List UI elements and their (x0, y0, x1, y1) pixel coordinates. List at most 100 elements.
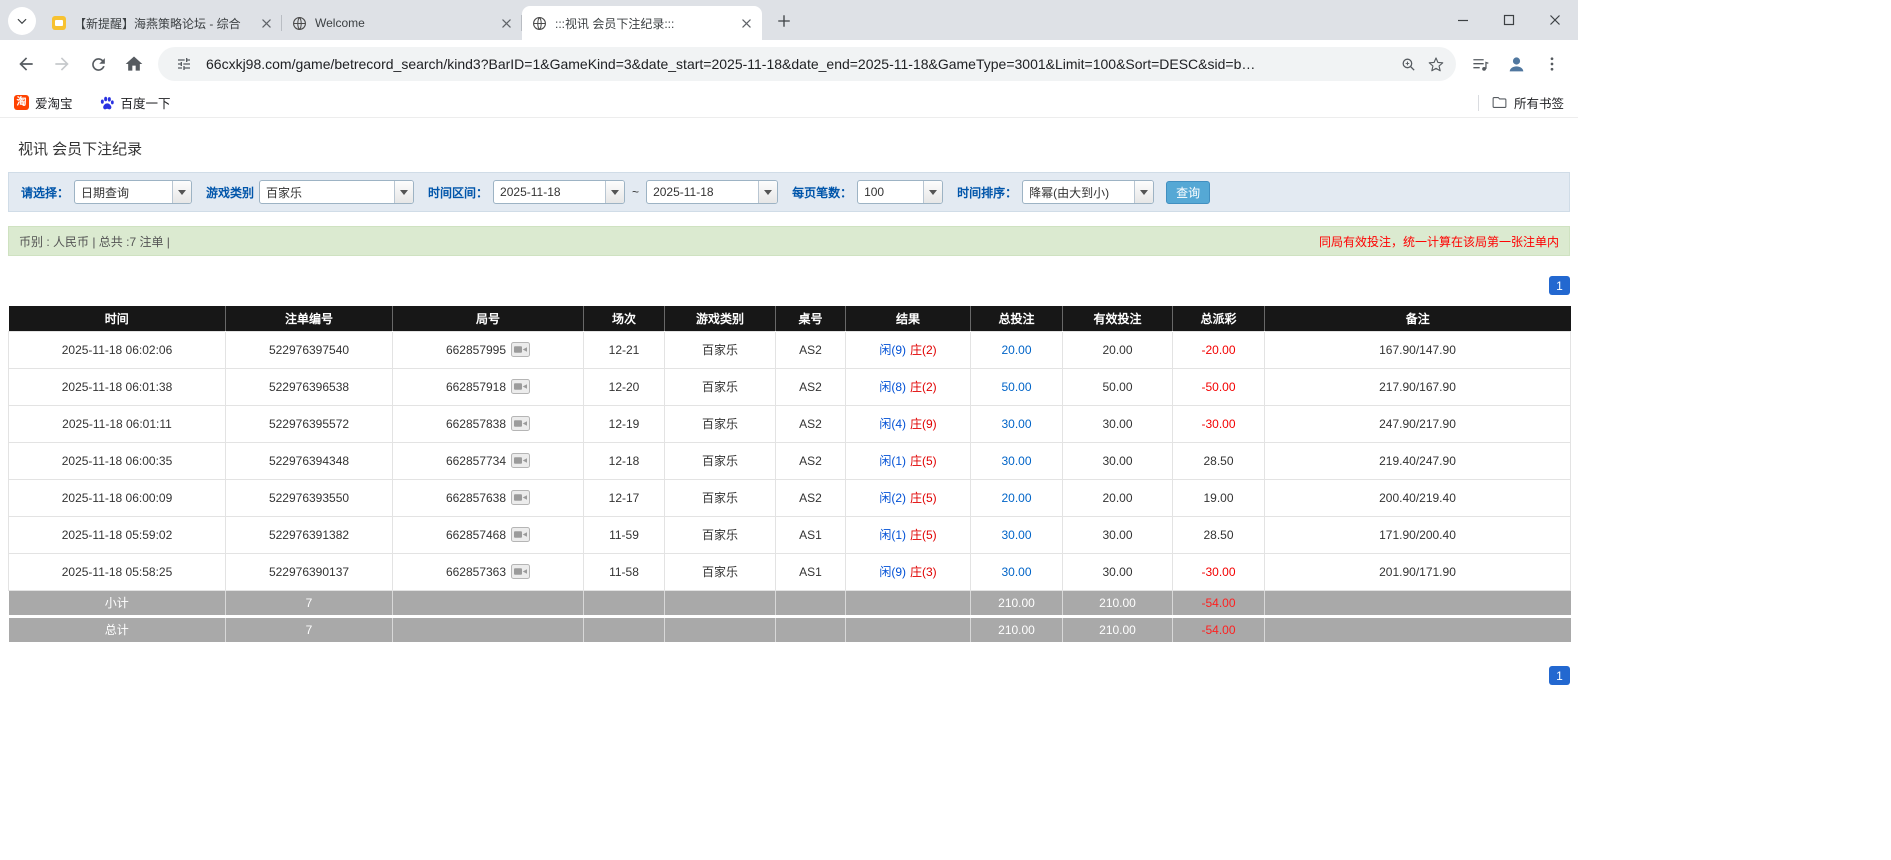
replay-video-icon[interactable] (511, 564, 531, 579)
filter-label-sort: 时间排序： (957, 185, 1018, 200)
round-number: 662857468 (445, 527, 507, 542)
result-player: 闲(9) (879, 343, 906, 357)
result-player: 闲(9) (879, 565, 906, 579)
reload-icon[interactable] (80, 46, 116, 82)
url-text[interactable]: 66cxkj98.com/game/betrecord_search/kind3… (206, 56, 1386, 72)
bookmarks-bar: 淘 爱淘宝 百度一下 所有书签 (0, 88, 1578, 118)
page-number-button[interactable]: 1 (1549, 276, 1570, 295)
chevron-down-icon[interactable] (758, 181, 778, 203)
browser-tab[interactable]: Welcome (282, 6, 522, 40)
column-header: 备注 (1264, 306, 1571, 331)
new-tab-button[interactable] (770, 7, 798, 35)
table-body: 2025-11-18 06:02:06 522976397540 6628579… (8, 330, 1571, 591)
date-mode-combobox[interactable]: 日期查询 (74, 180, 193, 204)
cell-payout: -30.00 (1172, 404, 1265, 443)
page-size-combobox[interactable]: 100 (857, 180, 944, 204)
table-footer: 小计 7 210.00 210.00 -54.00 总计 7 210.00 21… (8, 590, 1571, 642)
date-end-combobox[interactable]: 2025-11-18 (646, 180, 779, 204)
browser-tab[interactable]: 【新提醒】海燕策略论坛 - 综合 (42, 6, 282, 40)
cell-total-bet[interactable]: 30.00 (970, 404, 1063, 443)
result-banker: 庄(5) (910, 528, 937, 542)
cell-payout: 28.50 (1172, 441, 1265, 480)
cell-game-type: 百家乐 (664, 441, 776, 480)
replay-video-icon[interactable] (511, 342, 531, 357)
home-icon[interactable] (116, 46, 152, 82)
tab-strip: 【新提醒】海燕策略论坛 - 综合 Welcome :::视讯 会员下注纪录::: (0, 0, 1578, 40)
maximize-button[interactable] (1486, 0, 1532, 40)
page-size-value: 100 (864, 185, 885, 199)
summary-payout: -54.00 (1172, 614, 1265, 642)
replay-video-icon[interactable] (511, 416, 531, 431)
pagination-top: 1 (8, 276, 1570, 295)
summary-valid-bet: 210.00 (1062, 614, 1173, 642)
sort-order-combobox[interactable]: 降幂(由大到小) (1022, 180, 1155, 204)
bet-record-row: 2025-11-18 06:01:11 522976395572 6628578… (8, 404, 1571, 443)
sort-order-value: 降幂(由大到小) (1029, 185, 1110, 200)
minimize-button[interactable] (1440, 0, 1486, 40)
bookmark-item[interactable]: 百度一下 (99, 93, 171, 112)
result-player: 闲(2) (879, 491, 906, 505)
zoom-icon[interactable] (1394, 50, 1422, 78)
cell-session: 12-21 (583, 330, 665, 369)
cell-total-bet[interactable]: 50.00 (970, 367, 1063, 406)
replay-video-icon[interactable] (511, 527, 531, 542)
cell-total-bet[interactable]: 30.00 (970, 552, 1063, 591)
tabs-container: 【新提醒】海燕策略论坛 - 综合 Welcome :::视讯 会员下注纪录::: (42, 0, 762, 40)
result-banker: 庄(3) (910, 565, 937, 579)
page-number-button[interactable]: 1 (1549, 666, 1570, 685)
chevron-down-icon[interactable] (605, 181, 625, 203)
summary-empty-cell (392, 614, 584, 642)
forward-icon[interactable] (44, 46, 80, 82)
back-icon[interactable] (8, 46, 44, 82)
cell-remark: 167.90/147.90 (1264, 330, 1571, 369)
tab-search-button[interactable] (8, 7, 36, 35)
cell-total-bet[interactable]: 20.00 (970, 478, 1063, 517)
tab-close-icon[interactable] (258, 15, 274, 31)
bookmark-star-icon[interactable] (1422, 50, 1450, 78)
cell-round: 662857918 (392, 367, 584, 406)
summary-empty-cell (583, 614, 665, 642)
media-controls-icon[interactable] (1462, 46, 1498, 82)
tab-title: 【新提醒】海燕策略论坛 - 综合 (74, 16, 241, 31)
bet-record-row: 2025-11-18 06:00:35 522976394348 6628577… (8, 441, 1571, 480)
replay-video-icon[interactable] (511, 490, 531, 505)
query-button[interactable]: 查询 (1166, 180, 1211, 204)
chevron-down-icon[interactable] (1134, 181, 1154, 203)
menu-icon[interactable] (1534, 46, 1570, 82)
cell-bet-id: 522976396538 (225, 367, 393, 406)
cell-total-bet[interactable]: 30.00 (970, 441, 1063, 480)
cell-remark: 200.40/219.40 (1264, 478, 1571, 517)
filter-label-page-size: 每页笔数： (792, 185, 853, 200)
bet-record-row: 2025-11-18 05:59:02 522976391382 6628574… (8, 515, 1571, 554)
replay-video-icon[interactable] (511, 453, 531, 468)
summary-count: 7 (225, 590, 393, 616)
cell-total-bet[interactable]: 20.00 (970, 330, 1063, 369)
chevron-down-icon[interactable] (172, 181, 192, 203)
replay-video-icon[interactable] (511, 379, 531, 394)
tab-close-icon[interactable] (738, 15, 754, 31)
cell-result: 闲(2) 庄(5) (845, 478, 971, 517)
all-bookmarks-button[interactable]: 所有书签 (1477, 93, 1564, 112)
bet-record-row: 2025-11-18 06:02:06 522976397540 6628579… (8, 330, 1571, 369)
summary-label: 小计 (8, 590, 226, 616)
result-player: 闲(1) (879, 528, 906, 542)
address-bar[interactable]: 66cxkj98.com/game/betrecord_search/kind3… (158, 47, 1456, 81)
game-type-combobox[interactable]: 百家乐 (259, 180, 415, 204)
date-start-combobox[interactable]: 2025-11-18 (493, 180, 626, 204)
browser-tab[interactable]: :::视讯 会员下注纪录::: (522, 6, 762, 40)
cell-total-bet[interactable]: 30.00 (970, 515, 1063, 554)
site-settings-icon[interactable] (170, 50, 198, 78)
chevron-down-icon[interactable] (923, 181, 943, 203)
chevron-down-icon[interactable] (394, 181, 414, 203)
cell-session: 12-20 (583, 367, 665, 406)
cell-payout: -30.00 (1172, 552, 1265, 591)
round-number: 662857995 (445, 342, 507, 357)
column-header: 局号 (392, 306, 584, 331)
cell-game-type: 百家乐 (664, 330, 776, 369)
baidu-icon (99, 95, 115, 111)
profile-avatar-icon[interactable] (1498, 46, 1534, 82)
tab-close-icon[interactable] (498, 15, 514, 31)
column-header: 桌号 (775, 306, 846, 331)
bookmark-item[interactable]: 淘 爱淘宝 (14, 93, 73, 112)
close-window-button[interactable] (1532, 0, 1578, 40)
